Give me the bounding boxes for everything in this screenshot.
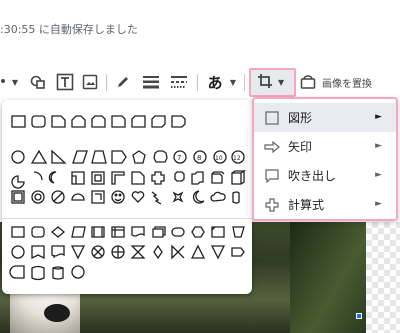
replace-image-icon[interactable] [298,67,318,97]
shapes-icon[interactable] [28,67,48,97]
menu-item-label: 矢印 [288,140,313,154]
svg-text:8: 8 [197,154,201,162]
transparent-area [366,222,400,333]
crop-icon [257,73,273,93]
line-weight-icon[interactable] [140,67,162,97]
menu-item-arrows[interactable]: 矢印 ► [254,132,396,161]
dropdown-caret-icon[interactable]: ▼ [7,67,23,97]
submenu-arrow-icon: ► [375,141,382,151]
input-tools-button[interactable]: あ [204,67,226,97]
submenu-arrow-icon: ► [375,199,382,209]
crop-image-button[interactable]: ▼ [249,68,296,97]
menu-item-equations[interactable]: 計算式 ► [254,190,396,219]
menu-item-label: 吹き出し [288,169,337,183]
square-icon [264,110,280,126]
more-dot-icon[interactable] [1,79,5,83]
input-tools-label: あ [207,73,223,92]
palette-divider [2,218,252,219]
submenu-arrow-icon: ► [375,170,382,180]
insert-image-icon[interactable] [80,67,100,97]
menu-item-shapes[interactable]: 図形 ► [254,103,396,132]
svg-text:7: 7 [177,154,181,162]
flowchart-row-1[interactable] [11,226,245,238]
basic-shapes-row-4[interactable] [11,190,240,205]
input-tools-dropdown-icon[interactable]: ▼ [226,67,240,97]
flowchart-row-3[interactable] [9,265,85,281]
menu-item-callouts[interactable]: 吹き出し ► [254,161,396,190]
basic-shapes-row-3[interactable] [11,169,247,189]
arrow-icon [264,139,280,155]
submenu-arrow-icon: ► [375,112,382,122]
line-dash-icon[interactable] [168,67,190,97]
speech-bubble-icon [264,168,280,184]
autosave-status: :30:55 に自動保存しました [0,23,138,36]
text-box-icon[interactable] [54,67,76,97]
menu-item-label: 図形 [288,111,313,125]
shape-type-menu: 図形 ► 矢印 ► 吹き出し ► 計算式 ► [252,97,398,221]
svg-text:12: 12 [233,155,241,162]
flowchart-row-2[interactable] [11,244,245,260]
basic-shapes-row-1[interactable] [11,115,186,128]
shape-palette: 7 8 10 12 [2,100,252,294]
plus-icon [264,197,280,213]
svg-text:10: 10 [215,155,223,162]
replace-image-label[interactable]: 画像を置換 [322,75,372,90]
selection-handle[interactable] [356,313,362,319]
pen-color-icon[interactable] [113,67,133,97]
crop-dropdown-icon: ▼ [278,78,285,87]
menu-item-label: 計算式 [288,198,325,212]
